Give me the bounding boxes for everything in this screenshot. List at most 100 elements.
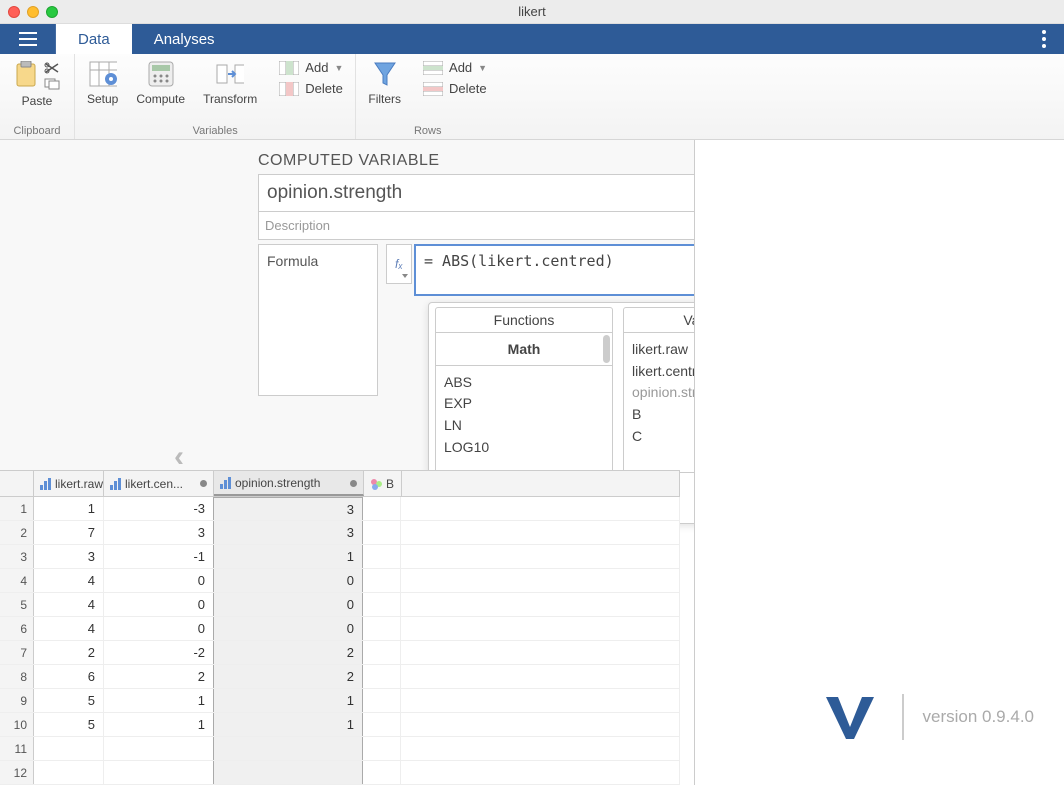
- column-header[interactable]: likert.cen...: [104, 471, 214, 496]
- cell[interactable]: [401, 689, 680, 712]
- table-row[interactable]: 2733: [0, 521, 680, 545]
- cell[interactable]: 3: [104, 521, 214, 544]
- cell[interactable]: [401, 713, 680, 736]
- function-item[interactable]: LOG10: [444, 437, 604, 459]
- row-header[interactable]: 6: [0, 617, 34, 640]
- cell[interactable]: [363, 737, 401, 760]
- cell[interactable]: -1: [104, 545, 214, 568]
- delete-variable-button[interactable]: Delete: [279, 81, 343, 96]
- cell[interactable]: 3: [34, 545, 104, 568]
- cell[interactable]: 4: [34, 617, 104, 640]
- column-header-selected[interactable]: opinion.strength: [214, 471, 364, 496]
- column-header[interactable]: likert.raw: [34, 471, 104, 496]
- table-row[interactable]: 72-22: [0, 641, 680, 665]
- functions-list[interactable]: Functions Math ABS EXP LN LOG10: [435, 307, 613, 473]
- cell[interactable]: 4: [34, 593, 104, 616]
- cell[interactable]: [401, 497, 680, 520]
- cell[interactable]: [213, 761, 363, 784]
- table-row[interactable]: 6400: [0, 617, 680, 641]
- cell[interactable]: [363, 641, 401, 664]
- row-header[interactable]: 4: [0, 569, 34, 592]
- cell[interactable]: [363, 713, 401, 736]
- cell[interactable]: 3: [213, 521, 363, 544]
- cell[interactable]: 0: [213, 617, 363, 640]
- row-header[interactable]: 10: [0, 713, 34, 736]
- add-row-button[interactable]: Add ▼: [423, 60, 487, 75]
- cell[interactable]: [363, 761, 401, 784]
- cell[interactable]: [104, 737, 214, 760]
- cell[interactable]: 1: [213, 545, 363, 568]
- prev-variable-button[interactable]: ‹: [174, 440, 184, 474]
- table-row[interactable]: 5400: [0, 593, 680, 617]
- row-header[interactable]: 5: [0, 593, 34, 616]
- cell[interactable]: [401, 641, 680, 664]
- filters-button[interactable]: Filters: [368, 60, 401, 106]
- row-header[interactable]: 12: [0, 761, 34, 784]
- cell[interactable]: 0: [213, 569, 363, 592]
- cell[interactable]: [104, 761, 214, 784]
- cell[interactable]: 1: [104, 689, 214, 712]
- row-header[interactable]: 11: [0, 737, 34, 760]
- cell[interactable]: [401, 737, 680, 760]
- cell[interactable]: [34, 761, 104, 784]
- table-row[interactable]: 4400: [0, 569, 680, 593]
- transform-button[interactable]: Transform: [203, 60, 257, 106]
- cell[interactable]: 2: [104, 665, 214, 688]
- function-item[interactable]: LN: [444, 415, 604, 437]
- table-row[interactable]: 11: [0, 737, 680, 761]
- cell[interactable]: 1: [213, 689, 363, 712]
- cell[interactable]: 0: [104, 617, 214, 640]
- cell[interactable]: -2: [104, 641, 214, 664]
- cell[interactable]: [401, 545, 680, 568]
- cell[interactable]: 7: [34, 521, 104, 544]
- row-header[interactable]: 3: [0, 545, 34, 568]
- tab-data[interactable]: Data: [56, 24, 132, 54]
- cell[interactable]: [213, 737, 363, 760]
- cell[interactable]: 0: [104, 569, 214, 592]
- table-row[interactable]: 12: [0, 761, 680, 785]
- function-item[interactable]: ABS: [444, 372, 604, 394]
- cell[interactable]: 6: [34, 665, 104, 688]
- cell[interactable]: [363, 617, 401, 640]
- cell[interactable]: [34, 737, 104, 760]
- column-header-empty[interactable]: [402, 471, 680, 496]
- overflow-menu-button[interactable]: [1024, 24, 1064, 54]
- cell[interactable]: 4: [34, 569, 104, 592]
- compute-button[interactable]: Compute: [136, 60, 185, 106]
- cell[interactable]: 2: [213, 641, 363, 664]
- table-row[interactable]: 9511: [0, 689, 680, 713]
- cell[interactable]: [401, 665, 680, 688]
- tab-analyses[interactable]: Analyses: [132, 24, 237, 54]
- cell[interactable]: [363, 689, 401, 712]
- delete-row-button[interactable]: Delete: [423, 81, 487, 96]
- row-header[interactable]: 1: [0, 497, 34, 520]
- table-row[interactable]: 11-33: [0, 497, 680, 521]
- cell[interactable]: [401, 617, 680, 640]
- cell[interactable]: [363, 497, 401, 520]
- row-header[interactable]: 9: [0, 689, 34, 712]
- table-row[interactable]: 10511: [0, 713, 680, 737]
- cell[interactable]: [401, 569, 680, 592]
- row-header[interactable]: 2: [0, 521, 34, 544]
- cell[interactable]: 2: [34, 641, 104, 664]
- cell[interactable]: 0: [213, 593, 363, 616]
- cell[interactable]: -3: [104, 497, 214, 520]
- cell[interactable]: [401, 593, 680, 616]
- cell[interactable]: [363, 545, 401, 568]
- cell[interactable]: [363, 665, 401, 688]
- cell[interactable]: 1: [104, 713, 214, 736]
- app-menu-button[interactable]: [0, 24, 56, 54]
- cell[interactable]: 0: [104, 593, 214, 616]
- fx-dropdown-button[interactable]: fₓ: [386, 244, 412, 284]
- add-variable-button[interactable]: Add ▼: [279, 60, 343, 75]
- cell[interactable]: 1: [213, 713, 363, 736]
- setup-button[interactable]: Setup: [87, 60, 118, 106]
- cell[interactable]: 1: [34, 497, 104, 520]
- cell[interactable]: [363, 569, 401, 592]
- cell[interactable]: 2: [213, 665, 363, 688]
- cell[interactable]: 3: [213, 497, 363, 520]
- table-row[interactable]: 8622: [0, 665, 680, 689]
- column-header[interactable]: B: [364, 471, 402, 496]
- row-header[interactable]: 8: [0, 665, 34, 688]
- cell[interactable]: [363, 521, 401, 544]
